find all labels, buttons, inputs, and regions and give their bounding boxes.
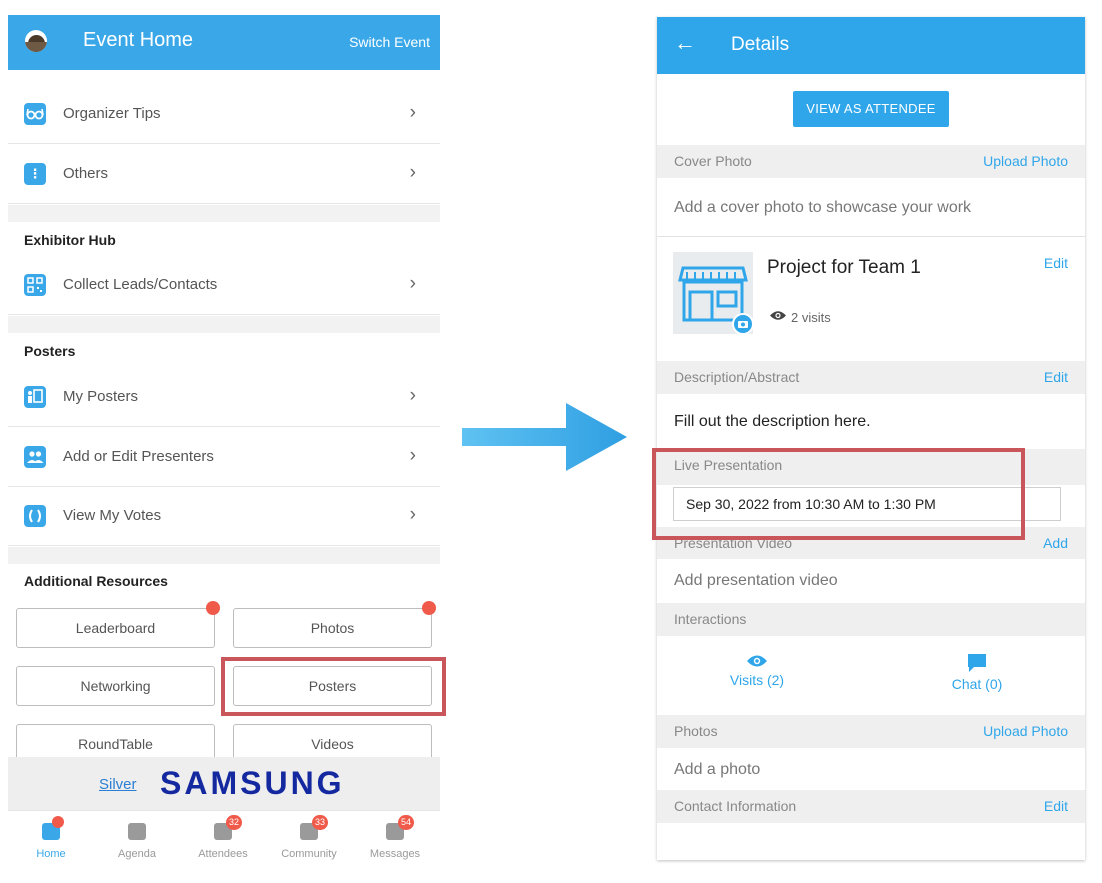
chevron-right-icon: › xyxy=(409,445,416,466)
event-home-header: Event Home Switch Event xyxy=(8,15,440,70)
edit-description-link[interactable]: Edit xyxy=(1044,369,1068,385)
menu-item-view-my-votes[interactable]: View My Votes › xyxy=(8,487,440,546)
tab-label: Agenda xyxy=(118,848,156,860)
chat-bubble-icon xyxy=(968,654,986,672)
video-placeholder[interactable]: Add presentation video xyxy=(674,572,838,590)
edit-project-link[interactable]: Edit xyxy=(1044,255,1068,271)
section-heading-posters: Posters xyxy=(24,343,76,359)
section-heading-additional-resources: Additional Resources xyxy=(24,573,168,589)
add-video-link[interactable]: Add xyxy=(1043,535,1068,551)
details-header: ← Details xyxy=(657,17,1085,74)
section-label: Description/Abstract xyxy=(674,369,800,385)
tab-community[interactable]: 33 Community xyxy=(266,811,352,868)
highlight-posters xyxy=(221,657,446,716)
menu-item-others[interactable]: ⋮ Others › xyxy=(8,145,440,204)
upload-photo-link[interactable]: Upload Photo xyxy=(983,723,1068,739)
section-divider xyxy=(8,205,440,222)
visit-count: 2 visits xyxy=(791,310,831,325)
poster-icon xyxy=(24,386,46,408)
section-photos: Photos Upload Photo xyxy=(657,715,1085,748)
networking-button[interactable]: Networking xyxy=(16,666,215,706)
tab-messages[interactable]: 54 Messages xyxy=(352,811,438,868)
tab-label: Attendees xyxy=(198,848,248,860)
qr-code-icon xyxy=(24,274,46,296)
calendar-icon xyxy=(128,823,146,840)
menu-item-label: Others xyxy=(63,165,109,182)
eye-icon xyxy=(747,655,767,667)
glasses-icon xyxy=(24,103,46,125)
visits-label: Visits (2) xyxy=(729,672,785,688)
arrow-right-icon xyxy=(462,403,627,471)
tab-home[interactable]: Home xyxy=(8,811,94,868)
sponsor-banner: Silver SAMSUNG xyxy=(8,757,440,810)
section-label: Cover Photo xyxy=(674,153,752,169)
section-label: Interactions xyxy=(674,611,747,627)
visits-interaction[interactable]: Visits (2) xyxy=(717,653,797,688)
edit-contact-link[interactable]: Edit xyxy=(1044,798,1068,814)
section-contact-information: Contact Information Edit xyxy=(657,790,1085,823)
notification-dot xyxy=(52,816,64,828)
cover-photo-placeholder[interactable]: Add a cover photo to showcase your work xyxy=(674,199,971,217)
section-description: Description/Abstract Edit xyxy=(657,361,1085,394)
more-vertical-icon: ⋮ xyxy=(24,163,46,185)
description-text: Fill out the description here. xyxy=(674,413,871,430)
menu-item-collect-leads[interactable]: Collect Leads/Contacts › xyxy=(8,256,440,315)
section-interactions: Interactions xyxy=(657,603,1085,636)
sponsor-logo[interactable]: SAMSUNG xyxy=(160,765,345,802)
sponsor-tier-link[interactable]: Silver xyxy=(99,776,137,793)
tab-label: Community xyxy=(281,848,337,860)
chevron-right-icon: › xyxy=(409,102,416,123)
photo-placeholder[interactable]: Add a photo xyxy=(674,761,760,779)
badge-count: 54 xyxy=(398,815,415,830)
section-divider xyxy=(8,547,440,564)
eye-icon xyxy=(770,311,786,320)
camera-icon[interactable] xyxy=(732,313,754,335)
menu-item-label: Organizer Tips xyxy=(63,105,161,122)
tab-label: Messages xyxy=(369,848,421,860)
section-divider xyxy=(8,316,440,333)
highlight-live-presentation xyxy=(652,448,1025,540)
menu-item-label: Collect Leads/Contacts xyxy=(63,276,218,293)
chevron-right-icon: › xyxy=(409,273,416,294)
notification-dot xyxy=(206,601,220,615)
chevron-right-icon: › xyxy=(409,504,416,525)
section-cover-photo: Cover Photo Upload Photo xyxy=(657,145,1085,178)
section-heading-exhibitor-hub: Exhibitor Hub xyxy=(24,232,116,248)
chat-label: Chat (0) xyxy=(951,676,1003,692)
divider xyxy=(657,236,1085,237)
section-label: Photos xyxy=(674,723,718,739)
menu-item-label: View My Votes xyxy=(63,507,162,524)
bottom-tab-bar: Home Agenda 32 Attendees 33 Community 54… xyxy=(8,810,440,868)
section-label: Contact Information xyxy=(674,798,797,814)
tab-attendees[interactable]: 32 Attendees xyxy=(180,811,266,868)
event-home-screen: Event Home Switch Event Organizer Tips ›… xyxy=(8,15,440,868)
menu-item-my-posters[interactable]: My Posters › xyxy=(8,368,440,427)
photos-button[interactable]: Photos xyxy=(233,608,432,648)
details-screen: ← Details VIEW AS ATTENDEE Cover Photo U… xyxy=(657,17,1085,860)
chat-interaction[interactable]: Chat (0) xyxy=(937,653,1017,692)
chevron-right-icon: › xyxy=(409,162,416,183)
menu-item-label: Add or Edit Presenters xyxy=(63,448,214,465)
menu-item-add-edit-presenters[interactable]: Add or Edit Presenters › xyxy=(8,428,440,487)
people-icon xyxy=(24,446,46,468)
project-name: Project for Team 1 xyxy=(767,257,921,278)
upload-cover-photo-link[interactable]: Upload Photo xyxy=(983,153,1068,169)
view-as-attendee-button[interactable]: VIEW AS ATTENDEE xyxy=(793,91,949,127)
tab-agenda[interactable]: Agenda xyxy=(94,811,180,868)
page-title: Event Home xyxy=(83,29,194,51)
chevron-right-icon: › xyxy=(409,385,416,406)
menu-item-label: My Posters xyxy=(63,388,139,405)
arrow-left-icon[interactable]: ← xyxy=(674,30,696,56)
project-thumbnail[interactable] xyxy=(673,252,754,335)
vote-icon xyxy=(24,505,46,527)
notification-dot xyxy=(422,601,436,615)
menu-item-organizer-tips[interactable]: Organizer Tips › xyxy=(8,85,440,144)
avatar[interactable] xyxy=(25,30,47,52)
switch-event-button[interactable]: Switch Event xyxy=(349,34,430,50)
tab-label: Home xyxy=(36,848,66,860)
badge-count: 33 xyxy=(312,815,329,830)
page-title: Details xyxy=(731,34,790,55)
badge-count: 32 xyxy=(226,815,243,830)
leaderboard-button[interactable]: Leaderboard xyxy=(16,608,215,648)
